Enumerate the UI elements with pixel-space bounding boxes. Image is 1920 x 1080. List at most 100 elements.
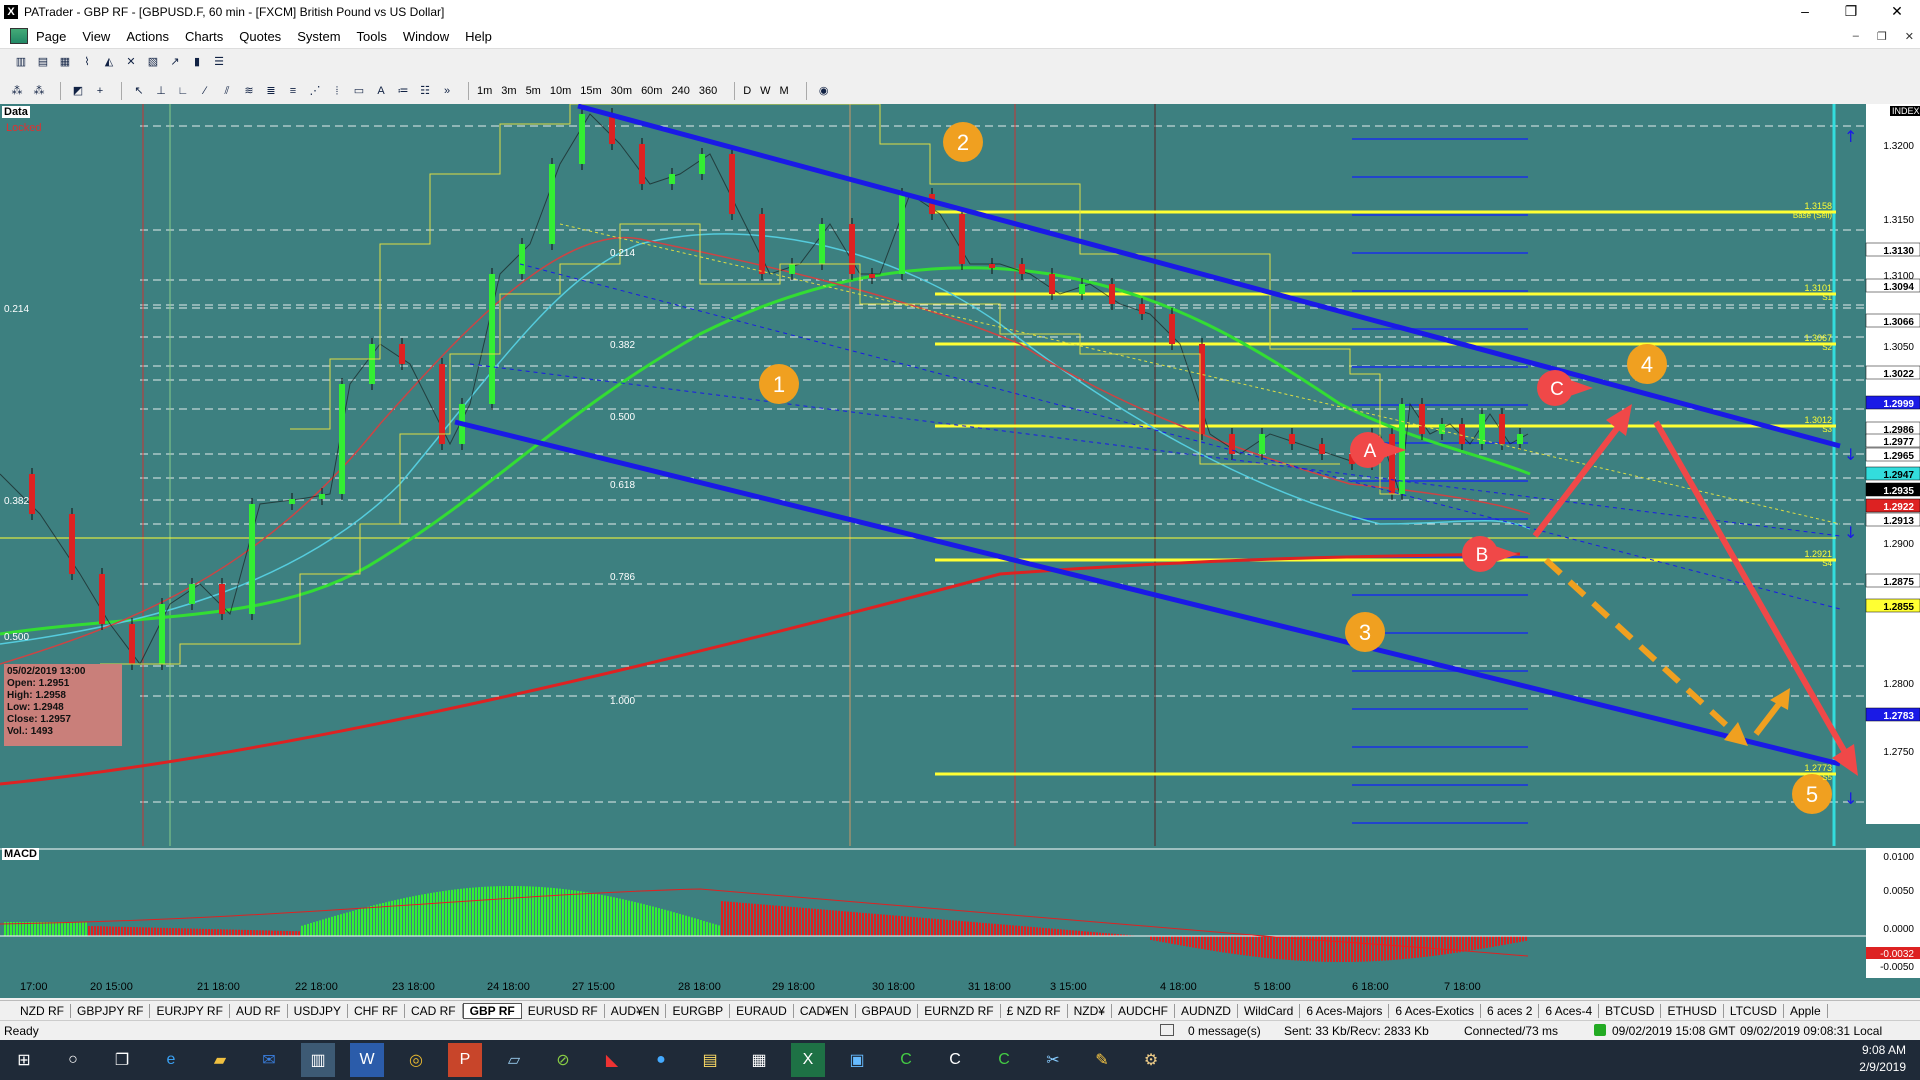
zoom-icon[interactable]: ● bbox=[644, 1043, 678, 1077]
taskbar-clock[interactable]: 9:08 AM 2/9/2019 bbox=[1859, 1042, 1906, 1076]
sticky-notes-icon[interactable]: ▤ bbox=[693, 1043, 727, 1077]
outlook-icon[interactable]: ✉ bbox=[252, 1043, 286, 1077]
symbol-tab[interactable]: AUD¥EN bbox=[605, 1003, 667, 1018]
symbol-tab[interactable]: ETHUSD bbox=[1661, 1003, 1724, 1018]
symbol-tab[interactable]: WildCard bbox=[1238, 1003, 1301, 1018]
renko-chart-icon[interactable]: ▧ bbox=[144, 54, 162, 70]
line-chart-icon[interactable]: ⌇ bbox=[78, 54, 96, 70]
fib-ext-icon[interactable]: ≡ bbox=[284, 83, 302, 99]
excel-icon[interactable]: X bbox=[791, 1043, 825, 1077]
pivot-icon[interactable]: ≔ bbox=[394, 83, 412, 99]
symbol-tab[interactable]: EURAUD bbox=[730, 1003, 794, 1018]
maximize-button[interactable]: ❐ bbox=[1828, 0, 1874, 24]
red-app-icon[interactable]: ◣ bbox=[595, 1043, 629, 1077]
candle-chart-icon[interactable]: ▦ bbox=[56, 54, 74, 70]
symbol-tab[interactable]: GBP RF bbox=[462, 1002, 522, 1019]
menu-page[interactable]: Page bbox=[28, 29, 74, 44]
search-icon[interactable]: ○ bbox=[56, 1043, 90, 1077]
paint-icon[interactable]: ✎ bbox=[1085, 1043, 1119, 1077]
symbol-tab[interactable]: EURGBP bbox=[666, 1003, 731, 1018]
minimize-button[interactable]: – bbox=[1782, 0, 1828, 24]
patrader-icon[interactable]: ▥ bbox=[301, 1043, 335, 1077]
pointer-icon[interactable]: ↖ bbox=[130, 83, 148, 99]
mdi-minimize-button[interactable]: – bbox=[1853, 30, 1859, 43]
timeframe-240[interactable]: 240 bbox=[671, 85, 689, 97]
notes-icon[interactable]: ▱ bbox=[497, 1043, 531, 1077]
box-icon[interactable]: ▭ bbox=[350, 83, 368, 99]
edge-icon[interactable]: e bbox=[154, 1043, 188, 1077]
indicator-icon[interactable]: ◩ bbox=[69, 83, 87, 99]
timeframe-5m[interactable]: 5m bbox=[526, 85, 541, 97]
timeframe-3m[interactable]: 3m bbox=[501, 85, 516, 97]
chrome-icon[interactable]: ◎ bbox=[399, 1043, 433, 1077]
symbol-tab[interactable]: £ NZD RF bbox=[1001, 1003, 1068, 1018]
task-view-icon[interactable]: ❐ bbox=[105, 1043, 139, 1077]
symbol-tab[interactable]: CAD RF bbox=[405, 1003, 463, 1018]
trend-line-icon[interactable]: ∕ bbox=[196, 83, 214, 99]
period-monthly[interactable]: M bbox=[780, 85, 789, 97]
camtasia-editor-icon[interactable]: C bbox=[987, 1043, 1021, 1077]
symbol-tab[interactable]: NZD¥ bbox=[1068, 1003, 1112, 1018]
word-icon[interactable]: W bbox=[350, 1043, 384, 1077]
mdi-restore-button[interactable]: ❐ bbox=[1877, 30, 1887, 43]
status-messages[interactable]: 0 message(s) bbox=[1188, 1024, 1261, 1038]
symbol-tab[interactable]: AUDNZD bbox=[1175, 1003, 1238, 1018]
symbol-tab[interactable]: USDJPY bbox=[288, 1003, 348, 1018]
calculator-icon[interactable]: ▦ bbox=[742, 1043, 776, 1077]
area-chart-icon[interactable]: ◭ bbox=[100, 54, 118, 70]
mail-icon[interactable] bbox=[1160, 1024, 1174, 1036]
symbol-tab[interactable]: EURJPY RF bbox=[150, 1003, 230, 1018]
fib-retrace-icon[interactable]: ≣ bbox=[262, 83, 280, 99]
timeframe-30m[interactable]: 30m bbox=[611, 85, 632, 97]
chart-canvas[interactable]: 1 2 3 4 5 A B C 0.214 0.382 0.500 0.618 0.786 1.000 0.… bbox=[0, 104, 1920, 998]
link-red-icon[interactable]: ⁂ bbox=[30, 83, 48, 99]
mdi-close-button[interactable]: ✕ bbox=[1905, 30, 1914, 43]
text-tool-icon[interactable]: A bbox=[372, 83, 390, 99]
symbol-tab[interactable]: EURNZD RF bbox=[918, 1003, 1001, 1018]
symbol-tab[interactable]: 6 Aces-Exotics bbox=[1389, 1003, 1482, 1018]
period-weekly[interactable]: W bbox=[760, 85, 770, 97]
symbol-tab[interactable]: 6 aces 2 bbox=[1481, 1003, 1540, 1018]
symbol-tab[interactable]: 6 Aces-4 bbox=[1539, 1003, 1600, 1018]
symbol-tab[interactable]: EURUSD RF bbox=[522, 1003, 605, 1018]
ninja-icon[interactable]: ⊘ bbox=[546, 1043, 580, 1077]
photos-icon[interactable]: ▣ bbox=[840, 1043, 874, 1077]
tools-icon[interactable]: ⚙ bbox=[1134, 1043, 1168, 1077]
clock-icon[interactable]: ◉ bbox=[815, 83, 833, 99]
menu-help[interactable]: Help bbox=[457, 29, 500, 44]
symbol-tab[interactable]: GBPJPY RF bbox=[71, 1003, 151, 1018]
channel-icon[interactable]: ⫽ bbox=[218, 83, 236, 99]
link-blue-icon[interactable]: ⁂ bbox=[8, 83, 26, 99]
menu-tools[interactable]: Tools bbox=[349, 29, 395, 44]
more-tools-icon[interactable]: » bbox=[438, 83, 456, 99]
timeframe-10m[interactable]: 10m bbox=[550, 85, 571, 97]
vertical-line-icon[interactable]: ∟ bbox=[174, 83, 192, 99]
explorer-icon[interactable]: ▰ bbox=[203, 1043, 237, 1077]
symbol-tab[interactable]: GBPAUD bbox=[856, 1003, 919, 1018]
bar-chart-icon[interactable]: ▥ bbox=[12, 54, 30, 70]
symbol-tab[interactable]: AUD RF bbox=[230, 1003, 288, 1018]
levels-icon[interactable]: ☷ bbox=[416, 83, 434, 99]
menu-quotes[interactable]: Quotes bbox=[231, 29, 289, 44]
close-button[interactable]: ✕ bbox=[1874, 0, 1920, 24]
crosshair-icon[interactable]: + bbox=[91, 83, 109, 99]
timeframe-15m[interactable]: 15m bbox=[580, 85, 601, 97]
symbol-tab[interactable]: BTCUSD bbox=[1599, 1003, 1662, 1018]
camtasia-icon[interactable]: C bbox=[889, 1043, 923, 1077]
ohlc-chart-icon[interactable]: ▤ bbox=[34, 54, 52, 70]
snip-icon[interactable]: ✂ bbox=[1036, 1043, 1070, 1077]
histogram-icon[interactable]: ▮ bbox=[188, 54, 206, 70]
period-daily[interactable]: D bbox=[743, 85, 751, 97]
powerpoint-icon[interactable]: P bbox=[448, 1043, 482, 1077]
horizontal-line-icon[interactable]: ⊥ bbox=[152, 83, 170, 99]
menu-actions[interactable]: Actions bbox=[118, 29, 177, 44]
price-chart[interactable]: 1 2 3 4 5 A B C 0.214 0.382 0.500 0.618 0.786 1.000 0.… bbox=[0, 104, 1920, 998]
cycle-icon[interactable]: ⦙ bbox=[328, 83, 346, 99]
symbol-tab[interactable]: 6 Aces-Majors bbox=[1300, 1003, 1390, 1018]
symbol-tab[interactable]: LTCUSD bbox=[1724, 1003, 1784, 1018]
list-view-icon[interactable]: ☰ bbox=[210, 54, 228, 70]
menu-window[interactable]: Window bbox=[395, 29, 457, 44]
symbol-tab[interactable]: NZD RF bbox=[14, 1003, 71, 1018]
symbol-tab[interactable]: AUDCHF bbox=[1112, 1003, 1175, 1018]
start-icon[interactable]: ⊞ bbox=[7, 1043, 41, 1077]
